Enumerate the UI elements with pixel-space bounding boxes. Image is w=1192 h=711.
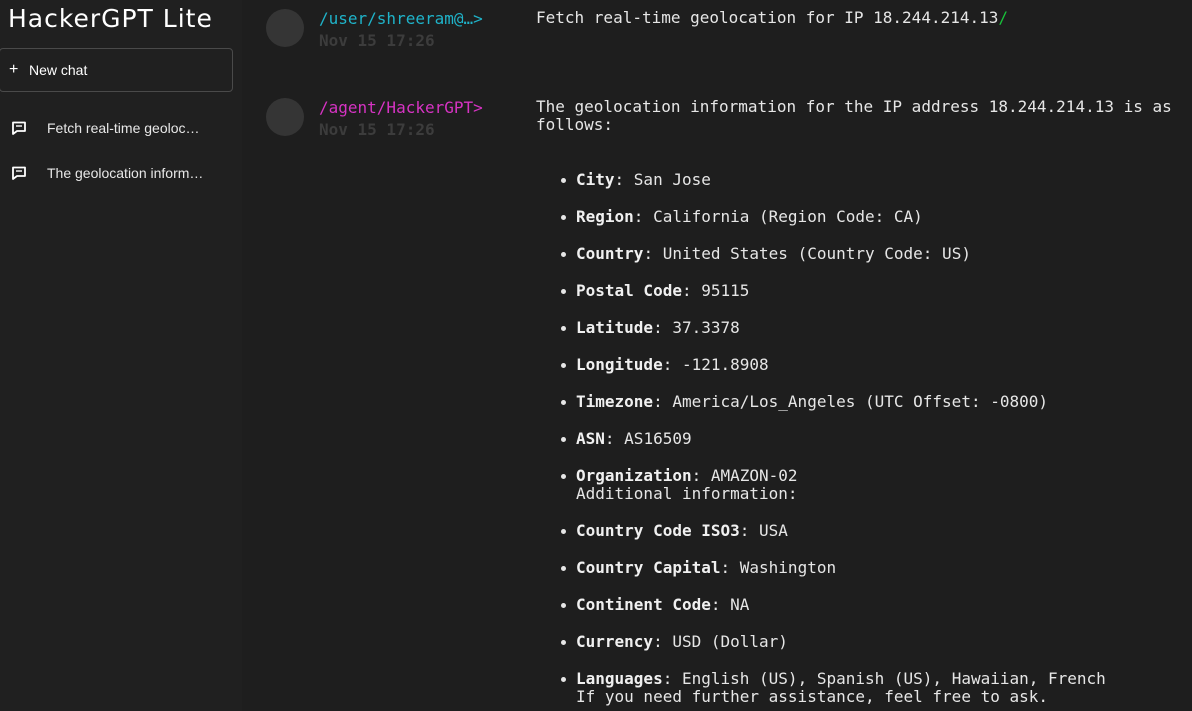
cursor-slash: / — [998, 8, 1009, 27]
list-item: Region: California (Region Code: CA) — [556, 208, 1176, 226]
new-chat-label: New chat — [29, 62, 88, 78]
message-timestamp: Nov 15 17:26 — [319, 31, 435, 50]
field-extra-text: If you need further assistance, feel fre… — [576, 687, 1049, 706]
geolocation-info-list: City: San Jose Region: California (Regio… — [556, 171, 1176, 711]
field-key: Continent Code — [576, 595, 711, 614]
field-value: : USD (Dollar) — [653, 632, 788, 651]
list-item: Postal Code: 95115 — [556, 282, 1176, 300]
chat-area: /user/shreeram@…> Nov 15 17:26 Fetch rea… — [242, 0, 1192, 711]
list-item: Continent Code: NA — [556, 596, 1176, 614]
new-chat-button[interactable]: + New chat — [0, 48, 233, 92]
field-value: : California (Region Code: CA) — [633, 207, 923, 226]
field-key: Country Capital — [576, 558, 721, 577]
field-key: Timezone — [576, 392, 654, 411]
sidebar: HackerGPT Lite + New chat Fetch real-tim… — [0, 0, 242, 711]
field-key: Country — [576, 244, 644, 263]
field-key: Region — [576, 207, 634, 226]
agent-message-intro: The geolocation information for the IP a… — [536, 97, 1172, 134]
list-item: Timezone: America/Los_Angeles (UTC Offse… — [556, 393, 1176, 411]
conversation-item[interactable]: Fetch real-time geolocation for IP 18.24… — [0, 111, 234, 145]
field-key: Languages — [576, 669, 663, 688]
field-value: : United States (Country Code: US) — [643, 244, 971, 263]
plus-icon: + — [9, 61, 19, 78]
field-value: : 95115 — [681, 281, 750, 300]
field-key: Organization — [576, 466, 692, 485]
app-title: HackerGPT Lite — [8, 4, 213, 33]
list-item: Currency: USD (Dollar) — [556, 633, 1176, 651]
agent-avatar — [266, 98, 304, 136]
field-value: : USA — [739, 521, 788, 540]
chat-bubble-icon — [12, 121, 26, 135]
conversation-label: The geolocation information for the IP a… — [47, 165, 207, 181]
list-item: City: San Jose — [556, 171, 1176, 189]
list-item: Country: United States (Country Code: US… — [556, 245, 1176, 263]
field-key: Latitude — [576, 318, 654, 337]
user-speaker-label: /user/shreeram@…> — [319, 9, 483, 28]
list-item: Longitude: -121.8908 — [556, 356, 1176, 374]
field-key: Country Code ISO3 — [576, 521, 740, 540]
conversation-label: Fetch real-time geolocation for IP 18.24… — [47, 120, 207, 136]
list-item: Organization: AMAZON-02 Additional inform… — [556, 467, 1176, 503]
list-item: Country Capital: Washington — [556, 559, 1176, 577]
list-item: ASN: AS16509 — [556, 430, 1176, 448]
field-key: Longitude — [576, 355, 663, 374]
field-key: City — [576, 170, 615, 189]
field-value: : San Jose — [614, 170, 711, 189]
field-value: : English (US), Spanish (US), Hawaiian, … — [662, 669, 1106, 688]
user-message-text: Fetch real-time geolocation for IP 18.24… — [536, 9, 1008, 27]
field-value: : 37.3378 — [653, 318, 740, 337]
list-item: Languages: English (US), Spanish (US), H… — [556, 670, 1176, 706]
message-timestamp: Nov 15 17:26 — [319, 120, 435, 139]
field-key: Currency — [576, 632, 654, 651]
chat-bubble-icon — [12, 166, 26, 180]
list-item: Country Code ISO3: USA — [556, 522, 1176, 540]
field-key: ASN — [576, 429, 605, 448]
agent-speaker-label: /agent/HackerGPT> — [319, 98, 483, 117]
conversation-item[interactable]: The geolocation information for the IP a… — [0, 156, 234, 190]
field-value: : America/Los_Angeles (UTC Offset: -0800… — [653, 392, 1049, 411]
list-item: Latitude: 37.3378 — [556, 319, 1176, 337]
field-value: : Washington — [720, 558, 837, 577]
field-extra-text: Additional information: — [576, 484, 798, 503]
field-value: : AS16509 — [604, 429, 692, 448]
field-value: : AMAZON-02 — [691, 466, 798, 485]
user-message-body: Fetch real-time geolocation for IP 18.24… — [536, 8, 999, 27]
user-avatar — [266, 9, 304, 47]
field-value: : NA — [710, 595, 750, 614]
field-key: Postal Code — [576, 281, 682, 300]
field-value: : -121.8908 — [662, 355, 769, 374]
